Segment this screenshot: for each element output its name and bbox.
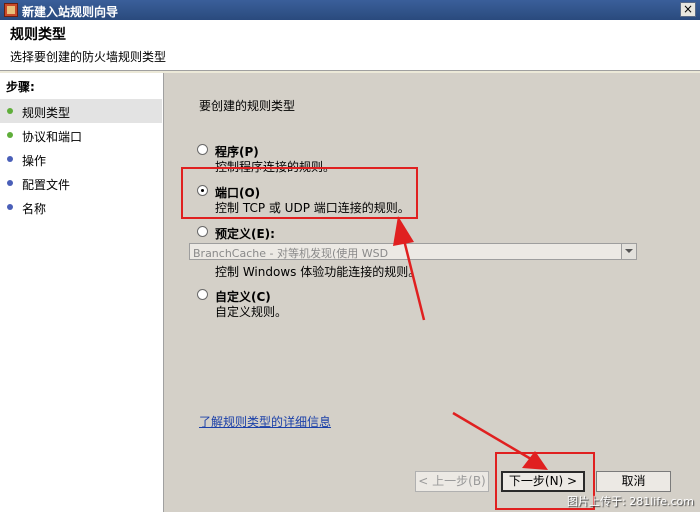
arrow-up-icon (393, 216, 426, 321)
annotation-arrows (393, 216, 548, 470)
watermark-text: 图片上传于: 281life.com (567, 495, 694, 508)
arrow-down-right-icon (452, 411, 548, 470)
